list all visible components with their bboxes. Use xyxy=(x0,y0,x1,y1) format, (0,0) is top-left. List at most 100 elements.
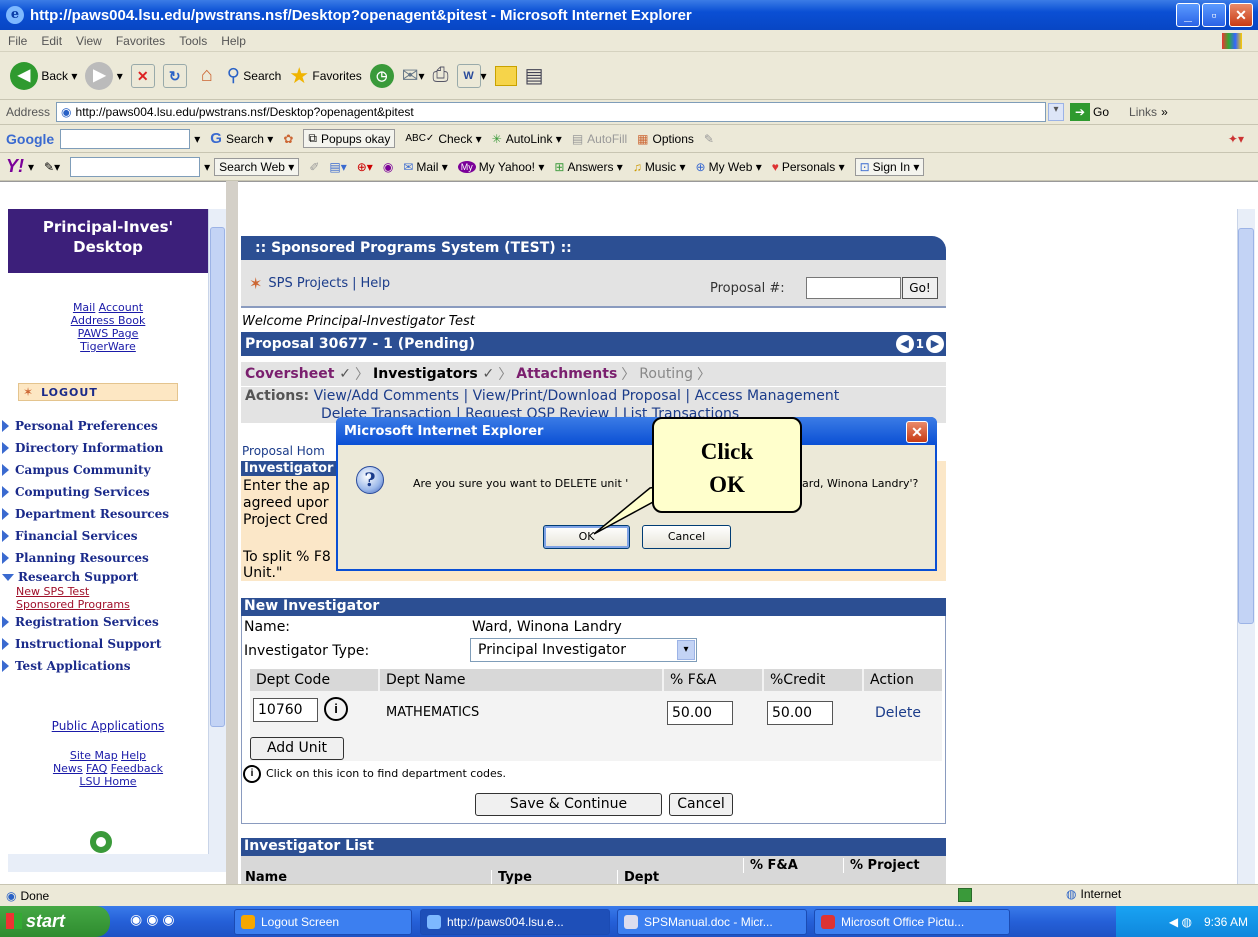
sps-help-link[interactable]: Help xyxy=(361,276,391,291)
nav-new-sps-test[interactable]: New SPS Test xyxy=(16,585,89,598)
popups-button[interactable]: ⧉ Popups okay xyxy=(303,129,396,148)
go-button[interactable]: ➔ Go xyxy=(1070,103,1109,121)
links-button[interactable]: Links xyxy=(1129,105,1157,119)
tab-investigators[interactable]: Investigators ✓ xyxy=(373,366,494,382)
sidebar-link-account[interactable]: Account xyxy=(99,301,143,314)
research-button[interactable]: ▤ xyxy=(525,63,544,88)
yahoo-mail-button[interactable]: ✉ Mail ▾ xyxy=(403,160,447,174)
dept-code-input[interactable]: 10760 xyxy=(253,698,318,722)
tab-attachments[interactable]: Attachments xyxy=(516,366,617,382)
yahoo-menu-icon[interactable]: ▾ xyxy=(28,160,34,174)
tab-routing[interactable]: Routing xyxy=(639,366,693,382)
options-button[interactable]: ▦ Options xyxy=(637,132,694,146)
forward-button[interactable]: ▶ ▾ xyxy=(85,61,123,90)
minimize-button[interactable]: _ xyxy=(1176,3,1200,27)
dialog-close-button[interactable]: ✕ xyxy=(906,421,928,443)
links-chevron-icon[interactable]: » xyxy=(1161,105,1168,119)
credit-input[interactable]: 50.00 xyxy=(767,701,833,725)
add-unit-button[interactable]: Add Unit xyxy=(250,737,344,760)
news-link[interactable]: News xyxy=(53,762,83,775)
sidebar-link-mail[interactable]: Mail xyxy=(73,301,95,314)
home-button[interactable]: ⌂ xyxy=(195,64,219,88)
news-icon[interactable]: ✿ xyxy=(283,132,293,146)
start-button[interactable]: start xyxy=(0,906,110,937)
antispy-icon[interactable]: ⊕▾ xyxy=(357,160,373,174)
google-search-input[interactable] xyxy=(60,128,191,149)
sidebar-vertical-scrollbar[interactable] xyxy=(208,209,226,861)
back-button[interactable]: ◀ Back ▾ xyxy=(10,61,77,90)
access-management-link[interactable]: Access Management xyxy=(695,388,840,404)
nav-test-applications[interactable]: Test Applications xyxy=(2,655,208,677)
proposal-go-button[interactable]: Go! xyxy=(902,277,938,299)
close-window-button[interactable]: ✕ xyxy=(1229,3,1253,27)
menu-tools[interactable]: Tools xyxy=(179,34,207,48)
nav-planning-resources[interactable]: Planning Resources xyxy=(2,547,208,569)
print-button[interactable]: ⎙ xyxy=(433,64,449,87)
prev-page-icon[interactable]: ◀ xyxy=(895,335,914,353)
yahoo-search-button[interactable]: Search Web ▾ xyxy=(214,157,300,176)
fa-input[interactable]: 50.00 xyxy=(667,701,733,725)
nav-research-support[interactable]: Research Support xyxy=(2,569,208,585)
nav-instructional-support[interactable]: Instructional Support xyxy=(2,633,208,655)
investigator-type-select[interactable]: Principal Investigator ▾ xyxy=(470,638,697,662)
search-button[interactable]: ⚲ Search xyxy=(227,65,282,86)
delete-unit-link[interactable]: Delete xyxy=(875,705,921,721)
favorites-button[interactable]: ★ Favorites xyxy=(289,63,361,89)
google-dropdown-icon[interactable]: ▾ xyxy=(194,132,200,146)
my-yahoo-button[interactable]: My My Yahoo! ▾ xyxy=(457,160,544,174)
menu-edit[interactable]: Edit xyxy=(41,34,62,48)
highlight-icon[interactable]: ✎ xyxy=(704,132,714,146)
public-applications-link[interactable]: Public Applications xyxy=(52,719,165,733)
nav-registration-services[interactable]: Registration Services xyxy=(2,611,208,633)
highlight-pen-icon[interactable]: ✐ xyxy=(309,160,319,174)
nav-directory-information[interactable]: Directory Information xyxy=(2,437,208,459)
nav-sponsored-programs[interactable]: Sponsored Programs xyxy=(16,598,130,611)
sign-in-button[interactable]: ⊡ Sign In ▾ xyxy=(854,157,925,176)
main-scroll-thumb[interactable] xyxy=(1238,228,1254,624)
task-logout-screen[interactable]: Logout Screen xyxy=(234,909,412,935)
view-print-download-link[interactable]: View/Print/Download Proposal xyxy=(473,388,681,404)
view-add-comments-link[interactable]: View/Add Comments xyxy=(314,388,459,404)
pencil-icon[interactable]: ✎▾ xyxy=(44,160,60,174)
faq-link[interactable]: FAQ xyxy=(86,762,107,775)
save-continue-button[interactable]: Save & Continue xyxy=(475,793,662,816)
menu-view[interactable]: View xyxy=(76,34,102,48)
proposal-home-link[interactable]: Proposal Hom xyxy=(242,444,325,458)
help-link[interactable]: Help xyxy=(121,749,146,762)
music-button[interactable]: ♫ Music ▾ xyxy=(633,160,686,174)
layout-icon[interactable]: ▤▾ xyxy=(329,160,346,174)
sidebar-horizontal-scrollbar[interactable] xyxy=(8,854,226,872)
task-browser[interactable]: http://paws004.lsu.e... xyxy=(420,909,610,935)
menu-favorites[interactable]: Favorites xyxy=(116,34,165,48)
task-office-picture[interactable]: Microsoft Office Pictu... xyxy=(814,909,1010,935)
sidebar-link-paws-page[interactable]: PAWS Page xyxy=(78,327,139,340)
check-button[interactable]: ABC✓ Check ▾ xyxy=(405,132,481,146)
yahoo-search-dropdown-icon[interactable]: ▾ xyxy=(204,160,210,174)
logout-button[interactable]: ✶ LOGOUT xyxy=(18,383,178,401)
maximize-button[interactable]: ▫ xyxy=(1202,3,1226,27)
history-button[interactable]: ◷ xyxy=(369,63,394,88)
yahoo-logo[interactable]: Y! xyxy=(6,156,24,177)
autofill-button[interactable]: ▤ AutoFill xyxy=(572,132,627,146)
google-search-button[interactable]: G Search ▾ xyxy=(210,130,273,147)
menu-file[interactable]: File xyxy=(8,34,27,48)
address-dropdown-icon[interactable]: ▾ xyxy=(1048,103,1065,121)
nav-financial-services[interactable]: Financial Services xyxy=(2,525,208,547)
edit-button[interactable]: W ▾ xyxy=(456,63,487,88)
refresh-button[interactable]: ↻ xyxy=(162,63,187,88)
sidebar-scroll-thumb[interactable] xyxy=(210,227,225,727)
sidebar-link-tigerware[interactable]: TigerWare xyxy=(80,340,136,353)
task-word-doc[interactable]: SPSManual.doc - Micr... xyxy=(617,909,807,935)
quick-launch-icons[interactable]: ◉◉◉ xyxy=(130,911,179,928)
mail-button[interactable]: ✉ ▾ xyxy=(402,63,425,88)
tab-coversheet[interactable]: Coversheet ✓ xyxy=(245,366,351,382)
lsu-home-link[interactable]: LSU Home xyxy=(79,775,136,788)
translate-icon[interactable]: ✦▾ xyxy=(1228,132,1244,146)
nav-campus-community[interactable]: Campus Community xyxy=(2,459,208,481)
cancel-form-button[interactable]: Cancel xyxy=(669,793,733,816)
google-logo[interactable]: Google xyxy=(6,131,54,147)
answers-button[interactable]: ⊞ Answers ▾ xyxy=(554,160,622,174)
yahoo-search-input[interactable] xyxy=(70,156,201,177)
sps-projects-link[interactable]: SPS Projects xyxy=(268,276,348,291)
next-page-icon[interactable]: ▶ xyxy=(926,335,944,353)
